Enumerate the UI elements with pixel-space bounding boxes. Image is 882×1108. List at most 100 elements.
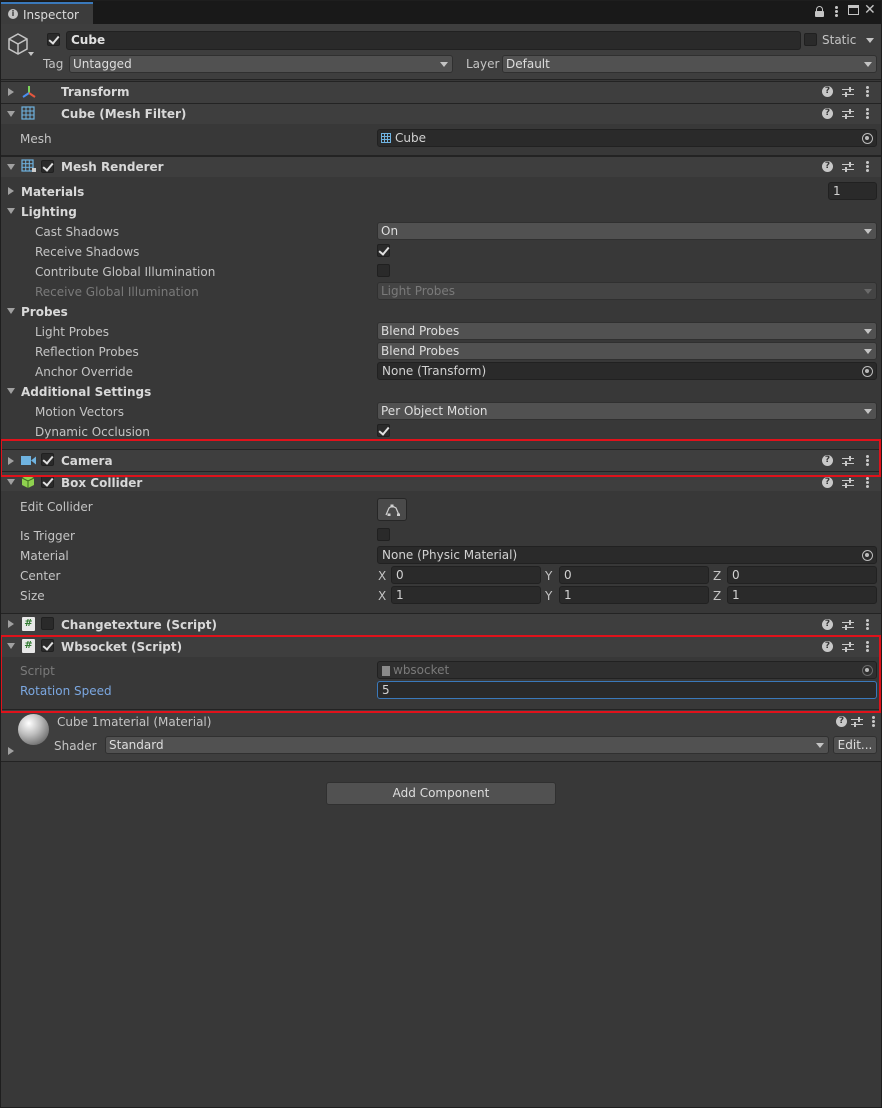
gameobject-cube-icon [8,33,28,55]
anchor-override-value: None (Transform) [382,364,487,378]
object-picker-icon[interactable] [862,366,873,377]
size-z-field[interactable]: 1 [727,586,877,604]
script-label: Script [20,664,55,678]
presets-icon[interactable] [842,477,854,488]
mesh-renderer-enabled-checkbox[interactable] [41,160,54,173]
static-dropdown-arrow-icon[interactable] [866,38,874,43]
chevron-down-icon [864,289,872,294]
fold-arrow-icon[interactable] [8,457,14,465]
presets-icon[interactable] [842,108,854,119]
object-picker-icon[interactable] [862,133,873,144]
menu-dots-icon[interactable] [866,619,869,631]
dynamic-occlusion-checkbox[interactable] [377,424,390,437]
help-icon[interactable]: ? [822,86,833,97]
help-icon[interactable]: ? [822,619,833,630]
shader-edit-button[interactable]: Edit... [833,736,877,754]
center-x-field[interactable]: 0 [391,566,541,584]
maximize-icon[interactable] [848,5,859,15]
script-icon: # [22,617,35,631]
collider-material-field[interactable]: None (Physic Material) [377,546,877,564]
help-icon[interactable]: ? [836,716,847,727]
box-collider-enabled-checkbox[interactable] [41,475,54,488]
help-icon[interactable]: ? [822,641,833,652]
wbsocket-enabled-checkbox[interactable] [41,639,54,652]
inspector-tab[interactable]: i Inspector [1,2,93,24]
edit-collider-button[interactable] [377,498,407,521]
receive-gi-value: Light Probes [381,284,456,298]
object-active-checkbox[interactable] [47,33,60,46]
materials-count-field[interactable]: 1 [828,182,877,200]
fold-arrow-icon[interactable] [7,479,15,485]
tab-bar [0,0,882,24]
menu-dots-icon[interactable] [866,641,869,653]
camera-header[interactable] [0,449,882,471]
size-y-axis-label: Y [545,589,553,603]
shader-dropdown[interactable]: Standard [105,736,829,754]
fold-arrow-icon[interactable] [8,620,14,628]
fold-arrow-icon[interactable] [7,308,15,314]
rotation-speed-field[interactable]: 5 [377,681,877,699]
receive-shadows-checkbox[interactable] [377,244,390,257]
menu-dots-icon[interactable] [866,455,869,467]
center-y-field[interactable]: 0 [559,566,709,584]
center-label: Center [20,569,61,583]
layer-dropdown[interactable]: Default [502,55,877,73]
menu-dots-icon[interactable] [866,108,869,120]
help-icon[interactable]: ? [822,455,833,466]
center-z-field[interactable]: 0 [727,566,877,584]
presets-icon[interactable] [842,641,854,652]
tag-dropdown[interactable]: Untagged [69,55,453,73]
cast-shadows-dropdown[interactable]: On [377,222,877,240]
changetexture-title: Changetexture (Script) [61,618,217,632]
help-icon[interactable]: ? [822,477,833,488]
presets-icon[interactable] [842,619,854,630]
changetexture-enabled-checkbox[interactable] [41,617,54,630]
menu-dots-icon[interactable] [866,161,869,173]
is-trigger-checkbox[interactable] [377,528,390,541]
fold-arrow-icon[interactable] [7,388,15,394]
fold-arrow-icon[interactable] [8,187,14,195]
dynamic-occlusion-label: Dynamic Occlusion [35,425,150,439]
icon-dropdown-arrow-icon[interactable] [28,52,34,56]
menu-dots-icon[interactable] [866,477,869,489]
object-picker-icon [862,665,873,676]
material-preview-sphere[interactable] [18,714,49,745]
chevron-down-icon [864,62,872,67]
close-icon[interactable]: ✕ [864,3,876,17]
object-name-field[interactable]: Cube [66,31,801,50]
camera-enabled-checkbox[interactable] [41,453,54,466]
mesh-field[interactable]: Cube [377,129,877,147]
size-y-field[interactable]: 1 [559,586,709,604]
fold-arrow-icon[interactable] [7,111,15,117]
fold-arrow-icon[interactable] [7,643,15,649]
reflection-probes-dropdown[interactable]: Blend Probes [377,342,877,360]
fold-arrow-icon[interactable] [7,164,15,170]
size-x-field[interactable]: 1 [391,586,541,604]
object-picker-icon[interactable] [862,550,873,561]
help-icon[interactable]: ? [822,161,833,172]
motion-vectors-dropdown[interactable]: Per Object Motion [377,402,877,420]
center-x-axis-label: X [378,569,387,583]
presets-icon[interactable] [842,455,854,466]
light-probes-dropdown[interactable]: Blend Probes [377,322,877,340]
transform-title: Transform [61,85,130,99]
transform-header[interactable] [0,81,882,103]
anchor-override-field[interactable]: None (Transform) [377,362,877,380]
layer-value: Default [506,57,550,71]
tab-label: Inspector [23,8,79,22]
menu-dots-icon[interactable] [866,86,869,98]
lock-icon[interactable] [815,6,824,17]
add-component-button[interactable]: Add Component [326,782,556,805]
presets-icon[interactable] [851,716,863,727]
contribute-gi-checkbox[interactable] [377,264,390,277]
fold-arrow-icon[interactable] [7,208,15,214]
reflection-probes-value: Blend Probes [381,344,460,358]
presets-icon[interactable] [842,161,854,172]
presets-icon[interactable] [842,86,854,97]
menu-dots-icon[interactable] [835,6,838,18]
static-checkbox[interactable] [804,33,817,46]
help-icon[interactable]: ? [822,108,833,119]
fold-arrow-icon[interactable] [8,88,14,96]
menu-dots-icon[interactable] [872,716,875,728]
fold-arrow-icon[interactable] [8,747,14,755]
